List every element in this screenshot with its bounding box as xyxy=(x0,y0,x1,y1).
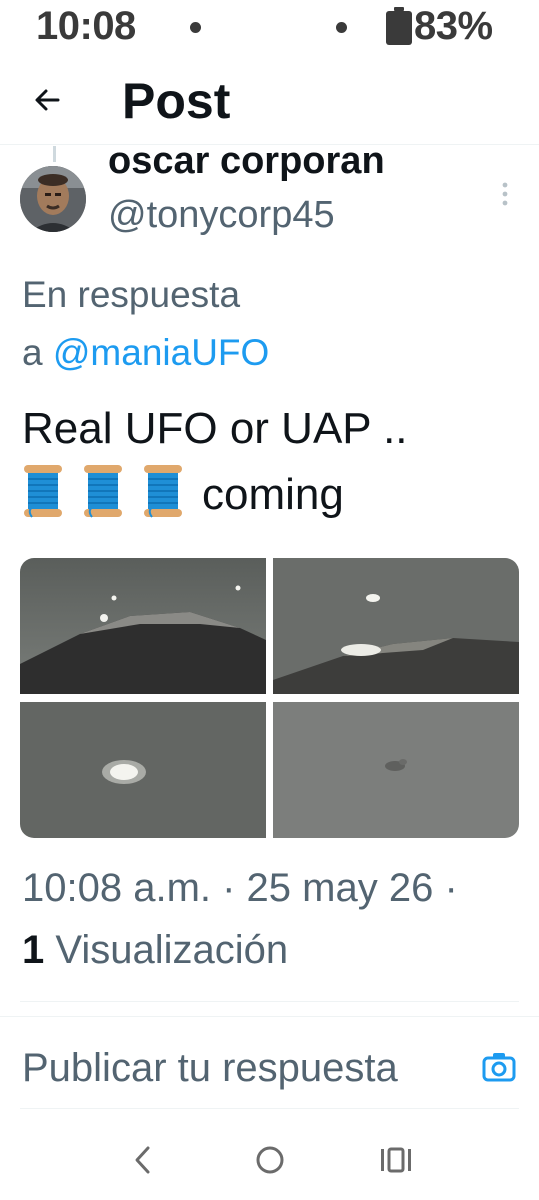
divider xyxy=(20,1001,519,1002)
view-count-number: 1 xyxy=(22,928,45,972)
spool-of-thread-icon xyxy=(84,465,122,518)
media-grid xyxy=(20,558,519,838)
nav-home-icon[interactable] xyxy=(252,1142,288,1178)
tweet-timestamp[interactable]: 10:08 a.m. · 25 may 26 · xyxy=(22,866,458,911)
nav-recents-icon[interactable] xyxy=(378,1142,414,1178)
view-count: 1 Visualización xyxy=(22,928,288,973)
battery-percentage: 83% xyxy=(414,4,493,48)
reply-input[interactable]: Publicar tu respuesta xyxy=(22,1040,519,1100)
nav-back-icon[interactable] xyxy=(128,1142,158,1178)
view-count-label: Visualización xyxy=(55,928,289,972)
reply-context: En respuesta a @maniaUFO xyxy=(22,266,522,382)
system-navigation-bar xyxy=(0,1120,539,1200)
author-name[interactable]: oscar corporan xyxy=(108,140,385,183)
avatar-photo xyxy=(20,166,86,232)
tweet-text: Real UFO or UAP .. 🧵 coming xyxy=(22,396,522,528)
notification-dot-icon xyxy=(190,22,201,33)
more-vertical-icon[interactable] xyxy=(492,180,518,210)
tweet-text-line1: Real UFO or UAP .. xyxy=(22,404,408,453)
spool-of-thread-icon xyxy=(24,465,62,518)
media-image-4[interactable] xyxy=(273,702,519,838)
top-app-bar: Post xyxy=(0,60,539,145)
thread-connector-line xyxy=(53,146,56,162)
divider xyxy=(0,1016,539,1017)
page-title: Post xyxy=(122,73,231,129)
author-handle[interactable]: @tonycorp45 xyxy=(108,194,335,237)
media-image-3[interactable] xyxy=(20,702,266,838)
media-image-2[interactable] xyxy=(273,558,519,694)
reply-placeholder: Publicar tu respuesta xyxy=(22,1046,398,1090)
avatar[interactable] xyxy=(20,166,86,232)
battery-icon xyxy=(386,7,412,45)
reply-context-target: a @maniaUFO xyxy=(22,324,522,382)
status-bar: 10:08 83% xyxy=(0,0,539,56)
media-image-1[interactable] xyxy=(20,558,266,694)
spool-of-thread-icon xyxy=(144,465,182,518)
notification-dot-icon xyxy=(336,22,347,33)
camera-icon[interactable] xyxy=(482,1052,516,1082)
status-time: 10:08 xyxy=(36,4,136,48)
tweet-text-line2-suffix: coming xyxy=(202,470,344,519)
reply-context-prefix: En respuesta xyxy=(22,274,241,315)
reply-context-to: a xyxy=(22,332,43,373)
back-arrow-icon[interactable] xyxy=(26,78,70,122)
mention-link[interactable]: @maniaUFO xyxy=(53,332,269,373)
tweet-text-line2: 🧵 coming xyxy=(22,462,522,528)
divider xyxy=(20,1108,519,1109)
